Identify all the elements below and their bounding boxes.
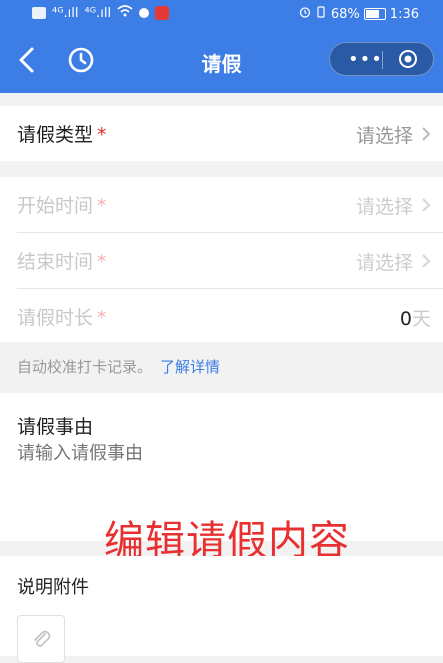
- attachment-label: 说明附件: [17, 577, 89, 598]
- capsule-divider: [382, 51, 383, 69]
- duration-row: 请假时长 * 0天: [0, 289, 443, 345]
- leave-type-label: 请假类型 *: [17, 124, 107, 146]
- reason-input[interactable]: [17, 443, 417, 464]
- duration-label: 请假时长 *: [17, 307, 107, 329]
- required-mark: *: [97, 195, 107, 217]
- app-notification-icon-red: [155, 6, 170, 20]
- required-mark: *: [97, 124, 107, 146]
- end-time-value: 请选择: [355, 252, 413, 274]
- nav-bar: 请假 •••: [0, 28, 443, 93]
- duration-number: 0: [399, 308, 412, 330]
- start-time-value: 请选择: [355, 196, 413, 218]
- required-mark: *: [97, 307, 107, 329]
- status-right: 68% 1:36: [299, 6, 419, 22]
- end-time-row[interactable]: 结束时间 * 请选择: [0, 233, 443, 289]
- end-time-label: 结束时间 *: [17, 251, 107, 273]
- start-time-label: 开始时间 *: [17, 195, 107, 217]
- attachment-section: [0, 556, 443, 656]
- chevron-right-icon: [422, 127, 431, 141]
- chevron-right-icon: [422, 254, 431, 268]
- signal-strength-1: ⁴ᴳ.ıll: [52, 5, 79, 21]
- status-bar: ⁴ᴳ.ıll ⁴ᴳ.ıll 68% 1:36: [0, 0, 443, 28]
- learn-more-link[interactable]: 了解详情: [160, 358, 220, 376]
- status-left-icons: ⁴ᴳ.ıll ⁴ᴳ.ıll: [32, 5, 170, 21]
- duration-unit: 天: [411, 308, 431, 330]
- vibrate-icon: [315, 6, 327, 22]
- mini-program-capsule: •••: [329, 42, 434, 76]
- required-mark: *: [97, 251, 107, 273]
- start-time-row[interactable]: 开始时间 * 请选择: [0, 177, 443, 233]
- battery-percent: 68%: [330, 6, 360, 22]
- calibration-hint: 自动校准打卡记录。 了解详情: [17, 356, 220, 377]
- status-time: 1:36: [389, 6, 419, 22]
- battery-icon: [363, 8, 386, 20]
- alarm-icon: [299, 6, 311, 22]
- chevron-right-icon: [422, 198, 431, 212]
- sim-icon: [32, 7, 46, 19]
- more-button[interactable]: •••: [348, 49, 383, 70]
- wifi-icon: [117, 5, 133, 21]
- paperclip-icon: [34, 630, 51, 647]
- close-button[interactable]: [398, 49, 418, 69]
- target-icon: [399, 50, 417, 68]
- leave-type-section: 请假类型 * 请选择: [0, 106, 443, 161]
- reason-label: 请假事由: [17, 416, 94, 438]
- signal-strength-2: ⁴ᴳ.ıll: [84, 5, 112, 21]
- time-section: 开始时间 * 请选择 结束时间 * 请选择 请假时长 * 0天: [0, 177, 443, 342]
- app-notification-icon: [139, 8, 150, 18]
- hint-text: 自动校准打卡记录。: [17, 358, 153, 376]
- leave-type-row[interactable]: 请假类型 * 请选择: [0, 106, 443, 162]
- duration-value: 0天: [400, 304, 431, 331]
- leave-type-value: 请选择: [355, 125, 413, 147]
